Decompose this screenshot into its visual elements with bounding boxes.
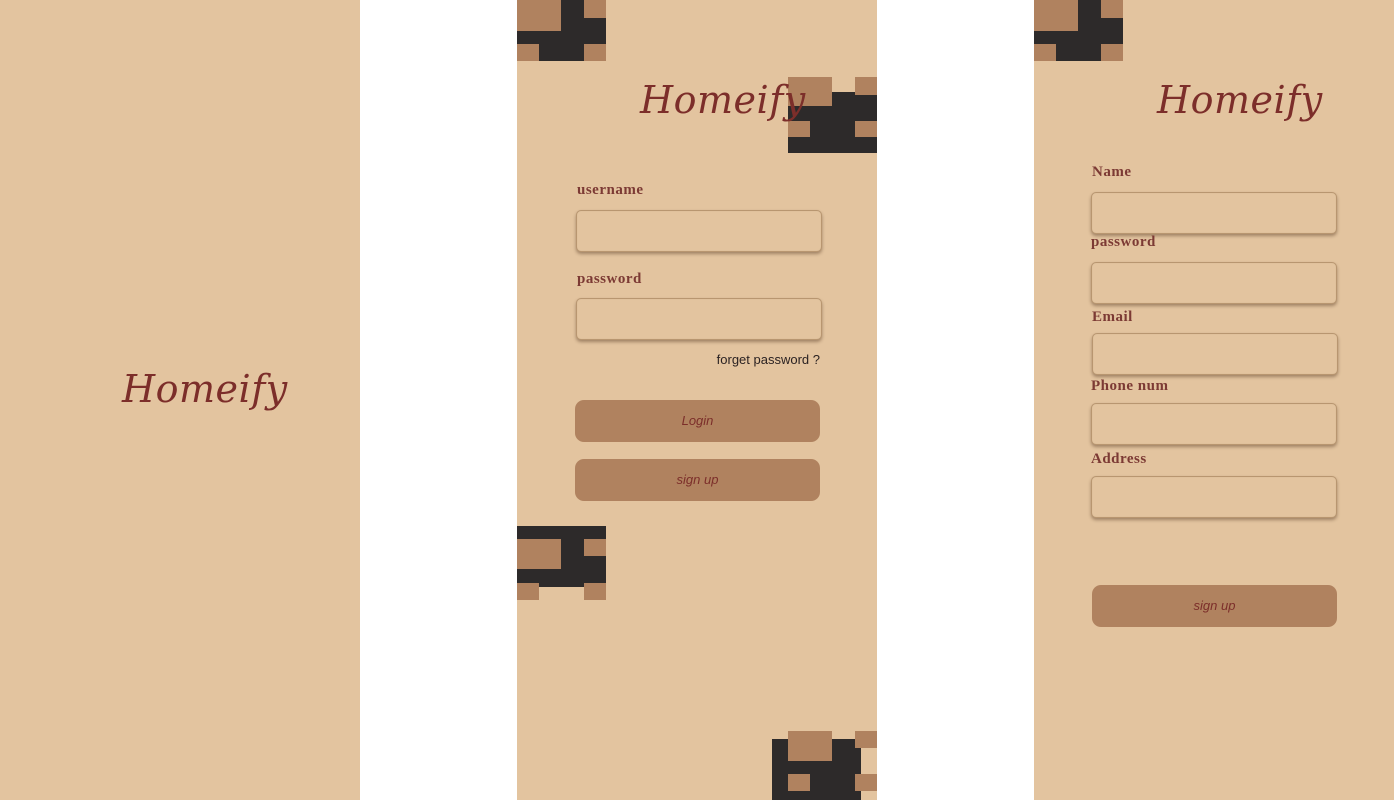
- signup-button[interactable]: sign up: [1092, 585, 1337, 627]
- name-input[interactable]: [1091, 192, 1337, 234]
- app-logo: Homeify: [640, 78, 806, 122]
- address-label: Address: [1091, 451, 1147, 467]
- username-input[interactable]: [576, 210, 822, 252]
- email-input[interactable]: [1092, 333, 1338, 375]
- address-input[interactable]: [1091, 476, 1337, 518]
- phone-label: Phone num: [1091, 378, 1169, 394]
- pixel-pattern-decoration: [517, 0, 606, 61]
- username-label: username: [577, 182, 644, 198]
- splash-screen: Homeify: [0, 0, 360, 800]
- password-input[interactable]: [576, 298, 822, 340]
- login-button[interactable]: Login: [575, 400, 820, 442]
- app-logo: Homeify: [122, 367, 288, 411]
- password-label: password: [1091, 234, 1156, 250]
- pixel-pattern-decoration: [772, 731, 877, 800]
- password-label: password: [577, 271, 642, 287]
- name-label: Name: [1092, 164, 1132, 180]
- password-input[interactable]: [1091, 262, 1337, 304]
- forgot-password-link[interactable]: forget password ?: [717, 352, 820, 367]
- phone-input[interactable]: [1091, 403, 1337, 445]
- signup-button[interactable]: sign up: [575, 459, 820, 501]
- pixel-pattern-decoration: [1034, 0, 1123, 61]
- email-label: Email: [1092, 309, 1133, 325]
- pixel-pattern-decoration: [517, 526, 606, 600]
- app-logo: Homeify: [1157, 78, 1323, 122]
- signup-screen: Homeify Name password Email Phone num Ad…: [1034, 0, 1394, 800]
- login-screen: Homeify username password forget passwor…: [517, 0, 877, 800]
